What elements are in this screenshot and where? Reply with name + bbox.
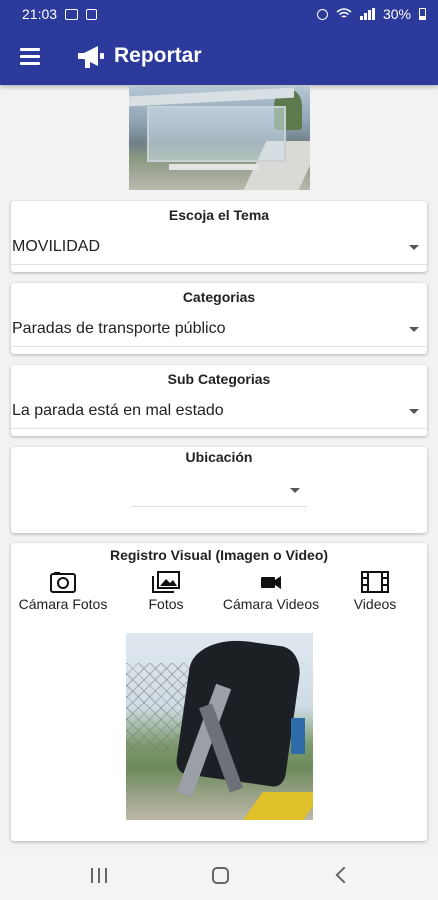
sub-categorias-card: Sub Categorias La parada está en mal est… — [11, 365, 427, 436]
sub-categorias-label: Sub Categorias — [167, 371, 271, 387]
videos-button[interactable]: Videos — [343, 571, 407, 612]
camara-fotos-label: Cámara Fotos — [18, 596, 108, 612]
app-title: Reportar — [114, 44, 202, 67]
tema-value: MOVILIDAD — [12, 238, 101, 255]
tema-label: Escoja el Tema — [168, 207, 270, 223]
bus-stop-photo — [129, 86, 310, 190]
fotos-button[interactable]: Fotos — [131, 571, 201, 612]
status-bar-left: 21:03 — [22, 6, 98, 22]
download-icon — [86, 8, 98, 20]
dropdown-arrow-icon — [409, 327, 419, 332]
megaphone-icon — [78, 46, 104, 68]
categorias-value: Paradas de transporte público — [12, 320, 226, 337]
film-icon — [361, 571, 389, 593]
dropdown-arrow-icon — [290, 488, 300, 493]
photos-icon — [152, 571, 180, 593]
status-time: 21:03 — [22, 6, 58, 22]
camara-fotos-button[interactable]: Cámara Fotos — [13, 571, 113, 612]
tema-card: Escoja el Tema MOVILIDAD — [11, 201, 427, 272]
system-nav-bar — [0, 851, 438, 900]
fotos-label: Fotos — [148, 596, 184, 612]
sub-categorias-value: La parada está en mal estado — [12, 402, 224, 419]
wifi-icon — [336, 8, 352, 18]
ubicacion-label: Ubicación — [185, 449, 253, 465]
battery-percent: 30% — [382, 6, 411, 22]
damaged-bus-stop-photo — [126, 633, 313, 820]
signal-icon — [359, 8, 375, 20]
categorias-card: Categorias Paradas de transporte público — [11, 283, 427, 354]
alarm-icon — [316, 8, 328, 20]
camara-videos-button[interactable]: Cámara Videos — [216, 571, 326, 612]
menu-icon[interactable] — [20, 48, 40, 65]
status-bar-right: 30% — [316, 6, 426, 22]
camera-icon — [50, 572, 76, 593]
dropdown-arrow-icon — [409, 245, 419, 250]
ubicacion-card: Ubicación — [11, 447, 427, 533]
battery-icon — [419, 8, 426, 20]
app-bar: Reportar — [0, 28, 438, 85]
status-bar: 21:03 30% — [0, 0, 438, 28]
videos-label: Videos — [353, 596, 397, 612]
categorias-label: Categorias — [182, 289, 256, 305]
dropdown-arrow-icon — [409, 409, 419, 414]
home-icon[interactable] — [212, 867, 229, 884]
gallery-icon — [65, 8, 79, 20]
video-camera-icon — [261, 576, 281, 589]
camara-videos-label: Cámara Videos — [222, 596, 320, 612]
registro-visual-label: Registro Visual (Imagen o Video) — [109, 547, 329, 563]
recent-apps-icon[interactable] — [91, 868, 107, 883]
back-icon[interactable] — [335, 866, 353, 884]
